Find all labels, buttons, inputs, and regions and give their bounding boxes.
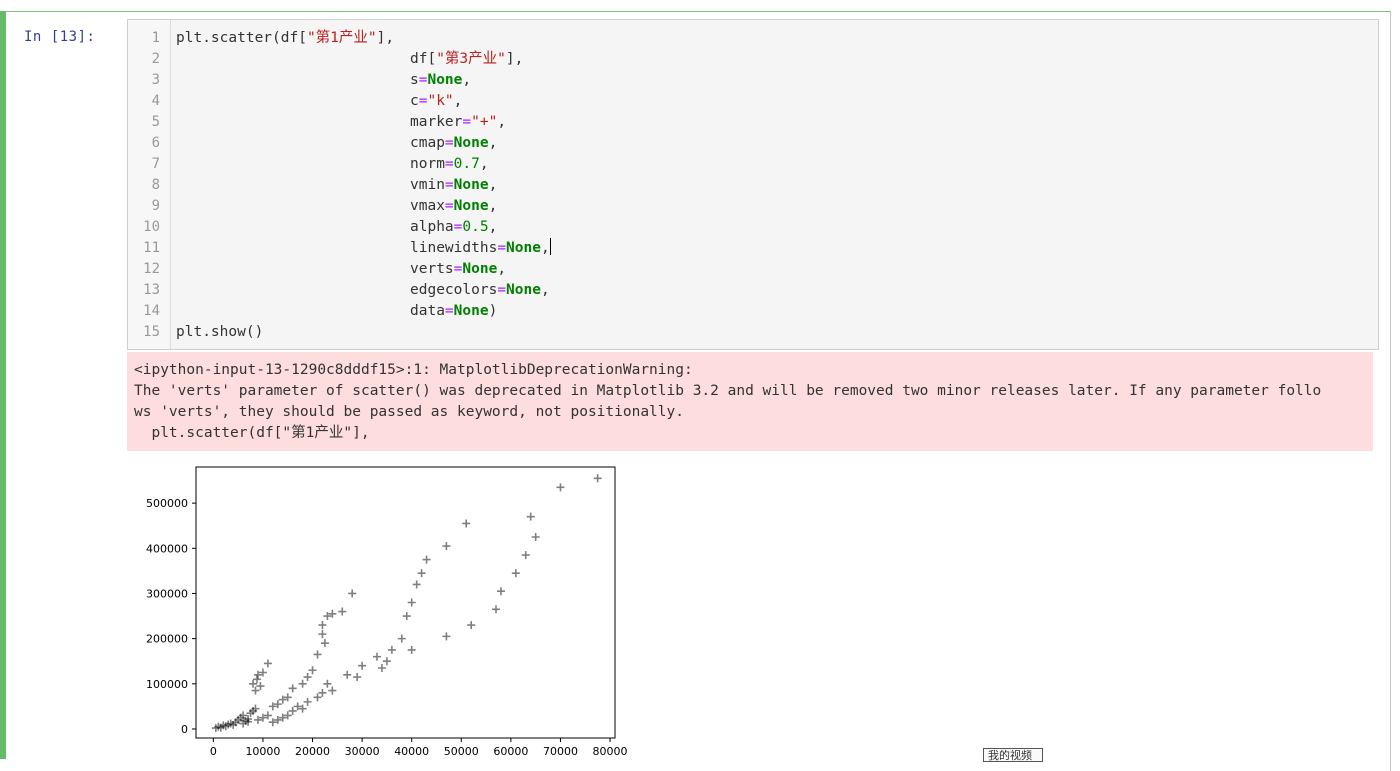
- text-cursor: [549, 238, 551, 255]
- code-token: ],: [376, 30, 395, 46]
- code-operator: =: [444, 198, 454, 214]
- code-line[interactable]: df["第3产业"],: [410, 49, 523, 70]
- code-line[interactable]: norm=0.7,: [410, 154, 489, 175]
- code-param: cmap: [410, 135, 445, 151]
- code-line[interactable]: vmin=None,: [410, 175, 497, 196]
- code-line[interactable]: cmap=None,: [410, 133, 497, 154]
- line-number: 4: [151, 93, 160, 109]
- x-tick-label: 30000: [345, 745, 380, 758]
- line-number: 2: [151, 51, 160, 67]
- x-tick-label: 0: [210, 745, 217, 758]
- x-tick-label: 70000: [543, 745, 578, 758]
- stderr-output: <ipython-input-13-1290c8dddf15>:1: Matpl…: [127, 352, 1373, 451]
- cell-prompt: In [13]:: [24, 29, 96, 45]
- code-keyword: None: [462, 261, 498, 277]
- code-line[interactable]: data=None): [410, 301, 497, 322]
- code-token: plt.scatter(df[: [176, 30, 307, 46]
- code-string: "第1产业": [306, 30, 377, 46]
- code-line[interactable]: linewidths=None,: [410, 238, 551, 259]
- code-line[interactable]: verts=None,: [410, 259, 506, 280]
- y-tick-label: 100000: [146, 678, 188, 691]
- y-tick-label: 0: [181, 723, 188, 736]
- output-plot: 0 10000 20000 30000 40000 50000 60000 70000 8000…: [127, 455, 647, 759]
- code-editor[interactable]: plt.scatter(df["第1产业"], df["第3产业"], s=No…: [127, 19, 1379, 350]
- line-number: 12: [143, 261, 160, 277]
- line-number: 10: [143, 219, 160, 235]
- line-number: 3: [151, 72, 160, 88]
- x-tick-label: 40000: [394, 745, 429, 758]
- code-operator: =: [444, 177, 454, 193]
- code-operator: =: [462, 114, 472, 130]
- code-operator: =: [497, 282, 507, 298]
- code-line[interactable]: plt.scatter(df["第1产业"],: [176, 28, 394, 49]
- line-number: 6: [151, 135, 160, 151]
- code-operator: =: [444, 135, 454, 151]
- code-line[interactable]: marker="+",: [410, 112, 506, 133]
- code-param: s: [410, 72, 419, 88]
- y-tick-label: 300000: [146, 587, 188, 600]
- code-param: marker: [410, 114, 463, 130]
- code-keyword: None: [453, 177, 489, 193]
- warning-line: <ipython-input-13-1290c8dddf15>:1: Matpl…: [134, 362, 693, 378]
- code-operator: =: [497, 240, 507, 256]
- code-param: data: [410, 303, 445, 319]
- code-param: linewidths: [410, 240, 498, 256]
- x-tick-label: 10000: [245, 745, 280, 758]
- code-token: ],: [505, 51, 524, 67]
- code-line[interactable]: s=None,: [410, 70, 471, 91]
- plot-frame: [195, 466, 616, 739]
- code-param: edgecolors: [410, 282, 498, 298]
- code-token: df[: [410, 51, 437, 67]
- code-line[interactable]: c="k",: [410, 91, 462, 112]
- code-param: vmax: [410, 198, 445, 214]
- line-number: 1: [151, 30, 160, 46]
- video-tag[interactable]: 我的视频: [983, 748, 1043, 762]
- code-number: 0.5: [462, 219, 489, 235]
- line-number: 8: [151, 177, 160, 193]
- line-number: 15: [143, 324, 160, 340]
- code-number: 0.7: [453, 156, 480, 172]
- code-keyword: None: [506, 282, 541, 298]
- code-string: "+": [471, 114, 498, 130]
- code-keyword: None: [506, 240, 541, 256]
- line-number: 7: [151, 156, 160, 172]
- code-param: vmin: [410, 177, 445, 193]
- code-line[interactable]: plt.show(): [176, 322, 263, 343]
- code-keyword: None: [453, 303, 489, 319]
- y-tick-label: 400000: [146, 542, 188, 555]
- code-keyword: None: [427, 72, 463, 88]
- code-param: norm: [410, 156, 445, 172]
- code-line[interactable]: alpha=0.5,: [410, 217, 497, 238]
- code-keyword: None: [453, 135, 489, 151]
- code-line[interactable]: edgecolors=None,: [410, 280, 550, 301]
- x-tick-label: 20000: [295, 745, 330, 758]
- line-number: 11: [143, 240, 160, 256]
- code-operator: =: [444, 303, 454, 319]
- code-param: c: [410, 93, 419, 109]
- warning-line: ws 'verts', they should be passed as key…: [134, 404, 684, 420]
- line-number: 14: [143, 303, 160, 319]
- code-operator: =: [444, 156, 454, 172]
- cell-selected-indicator: [0, 11, 6, 759]
- warning-line: The 'verts' parameter of scatter() was d…: [134, 383, 1322, 399]
- code-string: "k": [427, 93, 454, 109]
- code-line[interactable]: vmax=None,: [410, 196, 497, 217]
- code-param: alpha: [410, 219, 454, 235]
- x-tick-label: 60000: [493, 745, 528, 758]
- code-keyword: None: [453, 198, 489, 214]
- y-tick-label: 500000: [146, 497, 188, 510]
- x-tick-label: 50000: [444, 745, 479, 758]
- warning-line: plt.scatter(df["第1产业"],: [134, 425, 370, 441]
- code-string: "第3产业": [436, 51, 506, 67]
- line-number: 5: [151, 114, 160, 130]
- code-param: verts: [410, 261, 454, 277]
- y-tick-label: 200000: [146, 633, 188, 646]
- x-tick-label: 80000: [593, 745, 628, 758]
- scatter-chart: 0 10000 20000 30000 40000 50000 60000 70000 8000…: [146, 466, 628, 758]
- line-number: 9: [151, 198, 160, 214]
- line-number: 13: [143, 282, 160, 298]
